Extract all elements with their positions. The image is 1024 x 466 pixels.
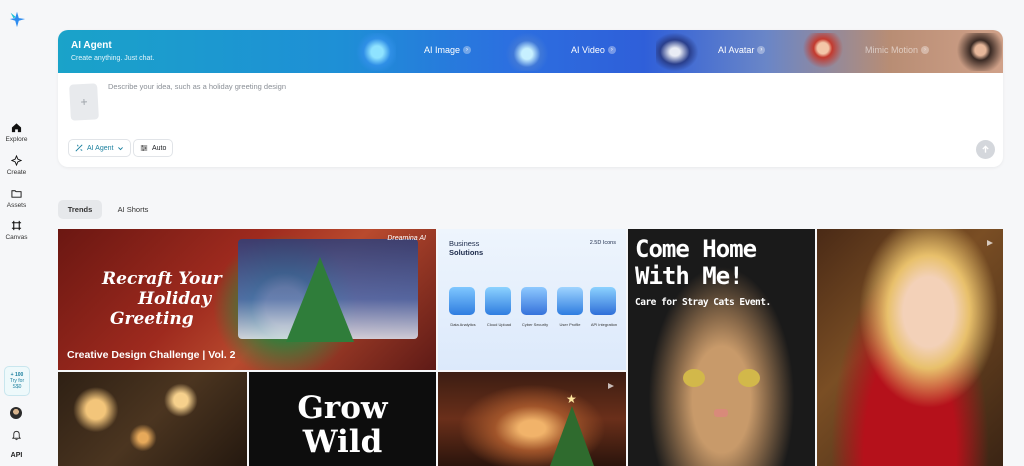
prompt-input[interactable] (108, 82, 928, 91)
sparkle-icon (11, 155, 22, 166)
gallery-card-business-icons[interactable]: Business Solutions 2.5D Icons Data Analy… (438, 229, 626, 370)
card-headline-1: Grow (297, 390, 388, 426)
chevron-right-icon: › (757, 46, 766, 54)
tab-ai-shorts[interactable]: AI Shorts (108, 200, 158, 219)
icon-label: API integration (590, 322, 618, 327)
tool-label: AI Image (424, 45, 461, 55)
agent-icon (75, 144, 83, 152)
tool-mimic-motion[interactable]: Mimic Motion › (865, 45, 930, 55)
gallery-card-cave-tree[interactable]: ★ (438, 372, 626, 466)
arrow-up-icon (982, 145, 989, 153)
card-title-1: Business (449, 239, 480, 248)
tab-trends[interactable]: Trends (58, 200, 102, 219)
sidebar-item-assets[interactable]: Assets (0, 188, 33, 218)
upload-reference-button[interactable]: + (69, 83, 99, 121)
sidebar: Explore Create Assets Canvas + 100 Try f… (0, 0, 33, 466)
auto-settings-button[interactable]: Auto (133, 139, 174, 157)
sliders-icon (140, 145, 148, 151)
tools-banner: AI Agent Create anything. Just chat. AI … (58, 30, 1003, 73)
headline-line2: Holiday (138, 289, 212, 309)
gallery-card-stray-cats[interactable]: Come Home With Me! Care for Stray Cats E… (628, 229, 815, 466)
banner-subtitle: Create anything. Just chat. (71, 55, 155, 62)
plus-icon: + (80, 94, 88, 110)
sidebar-item-label: Create (6, 169, 27, 176)
tool-ai-video[interactable]: AI Video › (571, 45, 616, 55)
gallery-card-bokeh[interactable] (58, 372, 247, 466)
canvas-icon (11, 220, 22, 231)
mode-label: AI Agent (87, 144, 114, 152)
icon-user-profile (557, 287, 583, 315)
card-subtitle: Care for Stray Cats Event. (635, 297, 771, 308)
brand-tag: Dreamina AI (387, 235, 426, 242)
card-badge: 2.5D Icons (589, 240, 616, 246)
headline-line1: Recraft Your (102, 269, 222, 289)
mode-selector[interactable]: AI Agent (68, 139, 132, 157)
icon-label: Cyber Security (521, 322, 549, 327)
gallery-card-holiday-portrait[interactable] (817, 229, 1003, 466)
icon-data-analytics (449, 287, 475, 315)
card-headline-2: With Me! (635, 262, 744, 290)
avatar[interactable] (10, 407, 22, 419)
cat-eye-right (738, 369, 760, 387)
send-button[interactable] (976, 140, 995, 159)
tool-label: AI Avatar (718, 45, 755, 55)
christmas-tree (286, 257, 354, 342)
promo-credits-button[interactable]: + 100 Try for S$0 (4, 366, 30, 396)
cat-nose (714, 409, 728, 417)
portrait-thumbnail (954, 33, 1002, 71)
tool-label: Mimic Motion (865, 45, 919, 55)
christmas-tree (550, 406, 594, 466)
tool-label: AI Video (571, 45, 605, 55)
gallery-card-grow-wild[interactable]: Grow Wild (249, 372, 436, 466)
sidebar-item-explore[interactable]: Explore (0, 122, 33, 152)
play-icon (608, 383, 614, 389)
tool-ai-avatar[interactable]: AI Avatar › (718, 45, 766, 55)
sidebar-item-create[interactable]: Create (0, 155, 33, 185)
promo-line2: S$0 (12, 384, 22, 390)
chevron-right-icon: › (463, 46, 472, 54)
composer-panel: AI Agent Create anything. Just chat. AI … (58, 30, 1003, 167)
card-headline-2: Wild (302, 424, 383, 460)
tool-ai-image[interactable]: AI Image › (424, 45, 472, 55)
card-title-2: Solutions (449, 248, 484, 257)
dreamina-logo-icon[interactable] (8, 10, 26, 28)
chevron-right-icon: › (921, 46, 930, 54)
sidebar-item-label: Canvas (5, 234, 28, 241)
headline-line3: Greeting (110, 309, 194, 329)
home-icon (11, 123, 22, 133)
icon-api-integration (590, 287, 616, 315)
icon-cloud-upload (485, 287, 511, 315)
play-icon (987, 240, 993, 246)
tree-star: ★ (566, 392, 577, 406)
folder-icon (11, 190, 22, 198)
bell-icon[interactable] (11, 430, 22, 441)
icon-cyber-security (521, 287, 547, 315)
ai-video-thumbnail (506, 33, 548, 71)
icon-label: Cloud Upload (486, 322, 512, 327)
banner-title[interactable]: AI Agent (71, 40, 112, 51)
ai-image-thumbnail (354, 33, 396, 71)
card-headline-1: Come Home (635, 235, 757, 263)
gallery-card-holiday-challenge[interactable]: Dreamina AI Recraft Your Holiday Greetin… (58, 229, 436, 370)
mimic-motion-thumbnail (802, 33, 844, 71)
cat-eye-left (683, 369, 705, 387)
chevron-down-icon (118, 146, 124, 150)
chevron-right-icon: › (607, 46, 616, 54)
api-link[interactable]: API (0, 452, 33, 459)
icon-label: Data Analytics (450, 322, 476, 327)
card-caption: Creative Design Challenge | Vol. 2 (67, 349, 236, 361)
sidebar-item-canvas[interactable]: Canvas (0, 220, 33, 250)
sidebar-item-label: Assets (6, 202, 27, 209)
ai-avatar-thumbnail (656, 33, 698, 71)
app-root: Explore Create Assets Canvas + 100 Try f… (0, 0, 1024, 466)
prompt-area: + (58, 73, 1003, 167)
sidebar-item-label: Explore (5, 136, 28, 143)
auto-label: Auto (152, 144, 167, 152)
